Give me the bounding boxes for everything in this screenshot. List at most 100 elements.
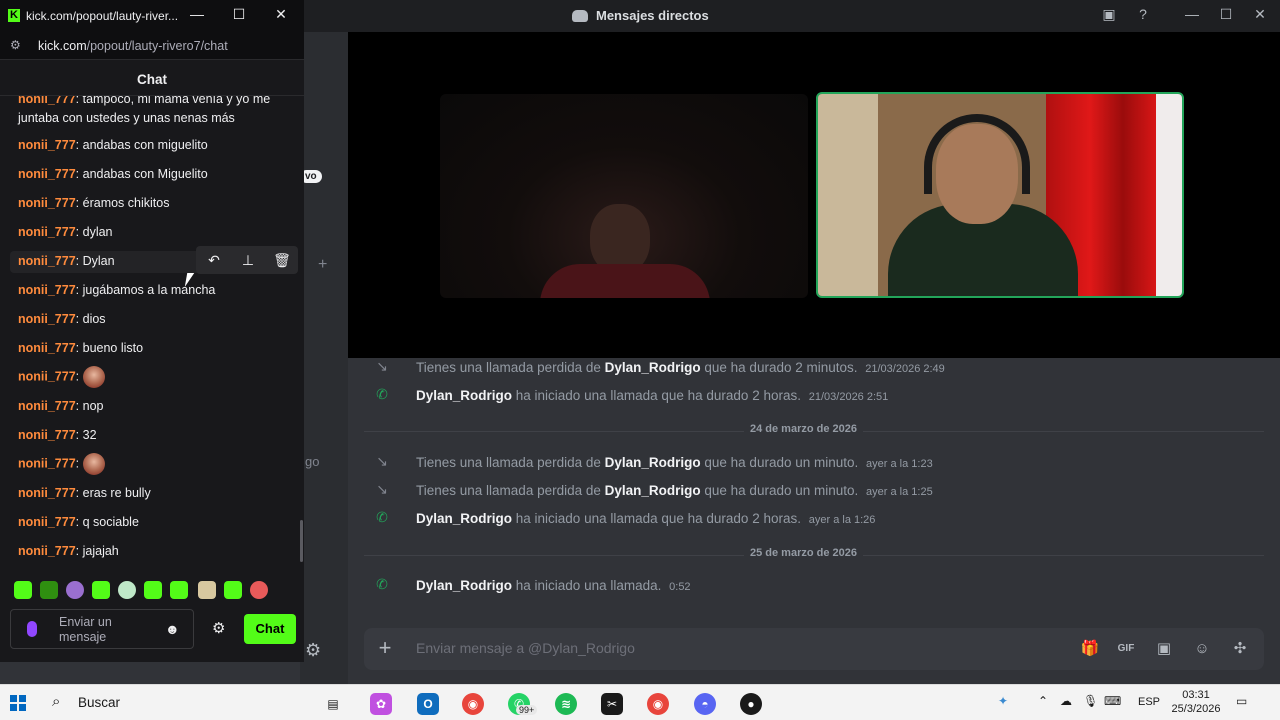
- chat-message: nonii_777: jugábamos a la mancha: [18, 283, 216, 297]
- user-link[interactable]: Dylan_Rodrigo: [416, 388, 512, 403]
- video-tile-remote[interactable]: [440, 94, 808, 298]
- close-button[interactable]: ✕: [266, 6, 296, 23]
- message-composer[interactable]: + Enviar mensaje a @Dylan_Rodrigo 🎁 GIF …: [364, 628, 1264, 670]
- cloud-off-icon[interactable]: ☁: [1060, 694, 1072, 708]
- reply-icon[interactable]: ↶: [204, 251, 224, 269]
- chat-username[interactable]: nonii_777: [18, 196, 76, 210]
- notifications-icon[interactable]: ▭: [1236, 694, 1247, 708]
- chat-scrollbar[interactable]: [300, 520, 303, 562]
- task-view-icon[interactable]: ▤: [322, 693, 344, 715]
- video-tile-speaking[interactable]: [816, 92, 1184, 298]
- whatsapp-badge: 99+: [516, 705, 538, 715]
- emote-icon[interactable]: [224, 581, 242, 599]
- outlook-icon[interactable]: O: [417, 693, 439, 715]
- emote-icon[interactable]: [14, 581, 32, 599]
- spotify-icon[interactable]: ≋: [555, 693, 577, 715]
- emote-icon[interactable]: [66, 581, 84, 599]
- user-link[interactable]: Dylan_Rodrigo: [416, 578, 512, 593]
- phone-icon: ✆: [376, 386, 388, 402]
- gif-icon[interactable]: GIF: [1116, 639, 1136, 659]
- emote-icon[interactable]: [250, 581, 268, 599]
- send-chat-button[interactable]: Chat: [244, 614, 296, 644]
- chat-message-list: nonii_777: tampoco, mi mamá venía y yo m…: [0, 96, 304, 570]
- chat-text: Dylan: [82, 254, 115, 268]
- emote-icon: [82, 453, 105, 475]
- minimize-button[interactable]: —: [182, 6, 212, 22]
- user-link[interactable]: Dylan_Rodrigo: [416, 511, 512, 526]
- maximize-button[interactable]: ☐: [224, 6, 254, 23]
- chat-username[interactable]: nonii_777: [18, 456, 76, 470]
- chat-input[interactable]: Enviar un mensaje ☻: [10, 609, 194, 649]
- site-settings-icon[interactable]: ⚙: [10, 38, 21, 52]
- maximize-button[interactable]: ☐: [1211, 6, 1241, 23]
- delete-icon[interactable]: 🗑: [272, 251, 292, 269]
- attach-plus-icon[interactable]: +: [372, 636, 398, 662]
- capcut-icon[interactable]: ✂: [601, 693, 623, 715]
- chat-username[interactable]: nonii_777: [18, 399, 76, 413]
- emote-icon[interactable]: [92, 581, 110, 599]
- emote-icon[interactable]: [170, 581, 188, 599]
- taskbar-search[interactable]: Buscar: [78, 695, 120, 710]
- emoji-icon[interactable]: ☺: [1192, 639, 1212, 659]
- call-suffix: ha iniciado una llamada que ha durado 2 …: [512, 387, 801, 403]
- add-dm-icon[interactable]: +: [318, 256, 327, 274]
- chat-username[interactable]: nonii_777: [18, 515, 76, 529]
- close-button[interactable]: ✕: [1245, 6, 1275, 23]
- search-icon[interactable]: ⌕: [52, 693, 60, 710]
- chat-username[interactable]: nonii_777: [18, 283, 76, 297]
- discord-sidebar: [300, 32, 348, 684]
- url-bar[interactable]: ⚙ kick.com/popout/lauty-rivero7/chat: [0, 32, 304, 60]
- emote-icon[interactable]: [198, 581, 216, 599]
- user-link[interactable]: Dylan_Rodrigo: [605, 360, 701, 375]
- chat-message: nonii_777:: [10, 453, 292, 475]
- microphone-icon[interactable]: [27, 621, 37, 637]
- screen-share-icon[interactable]: ▣: [1094, 6, 1124, 23]
- chat-message: nonii_777: eras re bully: [18, 486, 151, 500]
- chat-username[interactable]: nonii_777: [18, 254, 76, 268]
- discord-icon[interactable]: ◓: [694, 693, 716, 715]
- message-actions-toolbar: ↶ ⊥ 🗑: [196, 246, 298, 274]
- timestamp: 21/03/2026 2:51: [808, 390, 889, 403]
- copilot-icon[interactable]: ✿: [370, 693, 392, 715]
- timestamp: 0:52: [669, 580, 691, 593]
- chat-username[interactable]: nonii_777: [18, 428, 76, 442]
- network-widget-icon[interactable]: ✦: [998, 694, 1008, 708]
- chat-username[interactable]: nonii_777: [18, 486, 76, 500]
- chat-username[interactable]: nonii_777: [18, 369, 76, 383]
- missed-call-icon: ↘: [376, 358, 388, 374]
- chat-username[interactable]: nonii_777: [18, 167, 76, 181]
- help-icon[interactable]: ?: [1128, 6, 1158, 22]
- start-icon[interactable]: [10, 695, 26, 711]
- chrome-profile-icon[interactable]: ◉: [647, 693, 669, 715]
- input-language[interactable]: ESP: [1138, 696, 1160, 708]
- chat-username[interactable]: nonii_777: [18, 96, 76, 106]
- sticker-icon[interactable]: ▣: [1154, 639, 1174, 659]
- emote-icon[interactable]: [40, 581, 58, 599]
- emote-icon[interactable]: [144, 581, 162, 599]
- emoji-icon[interactable]: ☻: [165, 621, 180, 637]
- call-log-text: Dylan_Rodrigo ha iniciado una llamada qu…: [416, 388, 888, 403]
- message-input[interactable]: Enviar mensaje a @Dylan_Rodrigo: [416, 640, 635, 656]
- obs-icon[interactable]: ●: [740, 693, 762, 715]
- tray-chevron-icon[interactable]: ⌃: [1038, 694, 1048, 708]
- chat-username[interactable]: nonii_777: [18, 225, 76, 239]
- minimize-button[interactable]: —: [1177, 6, 1207, 22]
- chrome-icon[interactable]: ◉: [462, 693, 484, 715]
- gift-icon[interactable]: 🎁: [1080, 639, 1100, 659]
- keyboard-icon[interactable]: ⌨: [1104, 694, 1121, 708]
- apps-icon[interactable]: ✣: [1230, 639, 1250, 659]
- pin-icon[interactable]: ⊥: [238, 251, 258, 269]
- discord-logo-icon: [572, 9, 588, 22]
- chat-username[interactable]: nonii_777: [18, 138, 76, 152]
- microphone-icon[interactable]: 🎙: [1083, 694, 1098, 708]
- chat-username[interactable]: nonii_777: [18, 544, 76, 558]
- chat-username[interactable]: nonii_777: [18, 312, 76, 326]
- chat-username[interactable]: nonii_777: [18, 341, 76, 355]
- user-link[interactable]: Dylan_Rodrigo: [605, 455, 701, 470]
- chat-settings-icon[interactable]: ⚙: [212, 619, 225, 637]
- clock[interactable]: 03:31 25/3/2026: [1168, 688, 1224, 716]
- emote-icon[interactable]: [118, 581, 136, 599]
- user-settings-icon[interactable]: ⚙: [305, 640, 321, 661]
- sidebar-text: go: [305, 454, 320, 469]
- user-link[interactable]: Dylan_Rodrigo: [605, 483, 701, 498]
